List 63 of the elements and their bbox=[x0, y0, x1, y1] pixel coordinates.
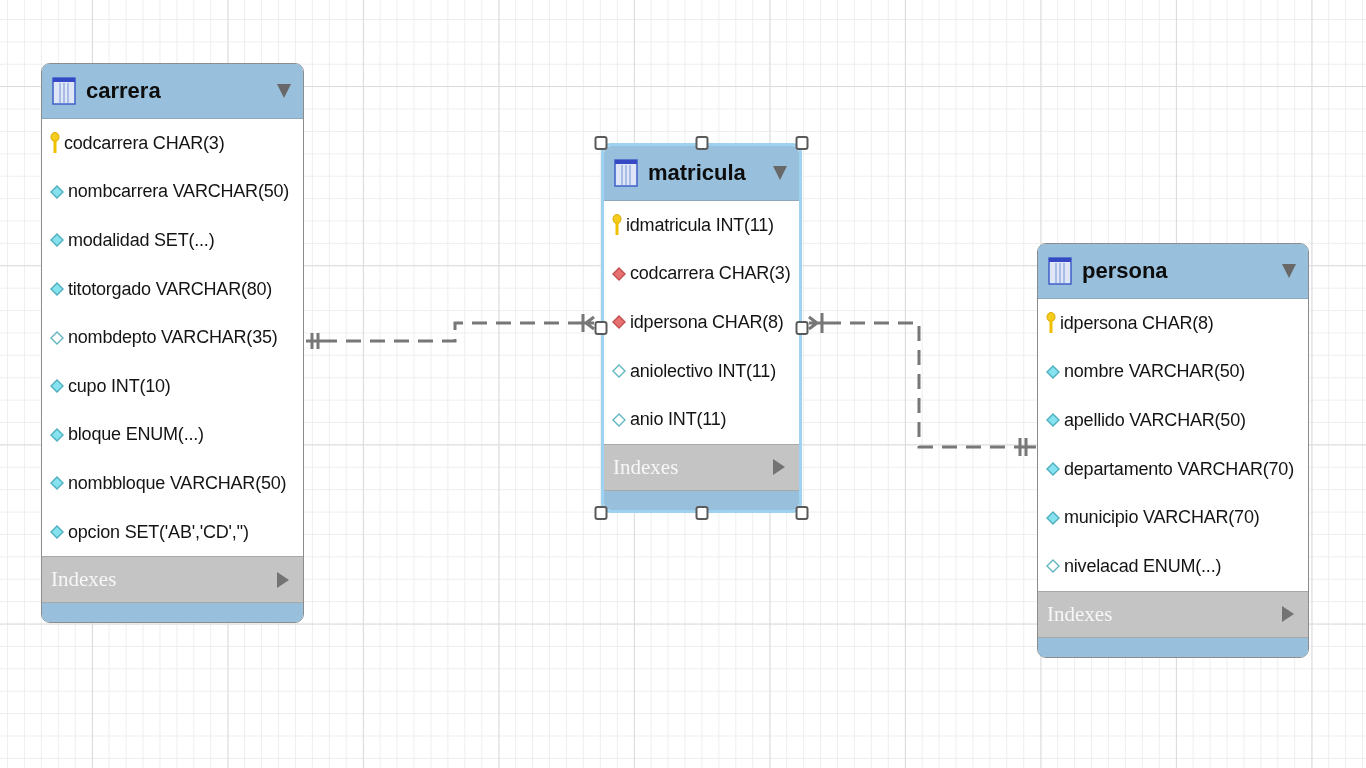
column-label: codcarrera CHAR(3) bbox=[630, 263, 791, 285]
diamond-icon bbox=[50, 184, 64, 199]
diamond-icon bbox=[612, 266, 626, 281]
key-icon bbox=[1046, 312, 1056, 335]
resize-handle[interactable] bbox=[795, 506, 809, 520]
column-label: departamento VARCHAR(70) bbox=[1064, 458, 1294, 480]
diamond-icon bbox=[1046, 364, 1060, 379]
caret-icon[interactable] bbox=[277, 84, 291, 98]
table-title: carrera bbox=[86, 78, 162, 104]
key-icon bbox=[50, 132, 60, 155]
resize-handle[interactable] bbox=[695, 136, 708, 150]
diamond-icon bbox=[1046, 413, 1060, 428]
column-label: municipio VARCHAR(70) bbox=[1064, 507, 1260, 529]
diamond-icon bbox=[1046, 462, 1060, 477]
resize-handle[interactable] bbox=[695, 506, 708, 520]
relationship-connector[interactable] bbox=[304, 312, 596, 351]
diamond-icon bbox=[1046, 510, 1060, 525]
column-label: cupo INT(10) bbox=[68, 375, 171, 397]
column-label: anio INT(11) bbox=[630, 409, 727, 431]
caret-icon[interactable] bbox=[1282, 606, 1294, 623]
diamond-icon bbox=[50, 330, 64, 345]
column-label: aniolectivo INT(11) bbox=[630, 360, 776, 382]
column-label: nombbloque VARCHAR(50) bbox=[68, 472, 287, 494]
column-label: nombdepto VARCHAR(35) bbox=[68, 327, 278, 349]
column-label: opcion SET('AB','CD','') bbox=[68, 521, 249, 543]
diamond-icon bbox=[612, 315, 626, 330]
relationship-connector[interactable] bbox=[807, 311, 1038, 458]
table-icon bbox=[52, 77, 76, 105]
diamond-icon bbox=[50, 525, 64, 540]
caret-icon[interactable] bbox=[773, 166, 787, 180]
diamond-icon bbox=[50, 233, 64, 248]
caret-icon[interactable] bbox=[773, 459, 785, 476]
resize-handle[interactable] bbox=[795, 136, 809, 150]
table-icon bbox=[614, 159, 638, 187]
column-label: apellido VARCHAR(50) bbox=[1064, 410, 1246, 431]
resize-handle[interactable] bbox=[594, 321, 608, 335]
diamond-icon bbox=[50, 476, 64, 491]
resize-handle[interactable] bbox=[594, 506, 608, 520]
column-label: nivelacad ENUM(...) bbox=[1064, 555, 1222, 577]
caret-icon[interactable] bbox=[1282, 264, 1296, 278]
resize-handle[interactable] bbox=[795, 321, 809, 335]
column-label: bloque ENUM(...) bbox=[68, 424, 204, 446]
diamond-icon bbox=[50, 427, 64, 442]
diamond-icon bbox=[612, 364, 626, 379]
column-label: codcarrera CHAR(3) bbox=[64, 132, 225, 154]
key-icon bbox=[612, 214, 622, 237]
column-label: modalidad SET(...) bbox=[68, 230, 215, 251]
column-label: nombcarrera VARCHAR(50) bbox=[68, 181, 290, 203]
caret-icon[interactable] bbox=[277, 571, 289, 588]
column-label: idmatricula INT(11) bbox=[626, 214, 774, 236]
table-title: persona bbox=[1082, 258, 1169, 284]
table-icon bbox=[1048, 257, 1072, 285]
table-title: matricula bbox=[648, 160, 747, 186]
column-label: idpersona CHAR(8) bbox=[1060, 312, 1214, 334]
diamond-icon bbox=[50, 282, 64, 297]
column-label: titotorgado VARCHAR(80) bbox=[68, 278, 273, 300]
diamond-icon bbox=[612, 412, 626, 427]
resize-handle[interactable] bbox=[594, 136, 608, 150]
column-label: idpersona CHAR(8) bbox=[630, 312, 784, 333]
column-label: nombre VARCHAR(50) bbox=[1064, 361, 1246, 383]
diamond-icon bbox=[50, 379, 64, 394]
diamond-icon bbox=[1046, 559, 1060, 574]
table-card[interactable] bbox=[41, 63, 304, 624]
